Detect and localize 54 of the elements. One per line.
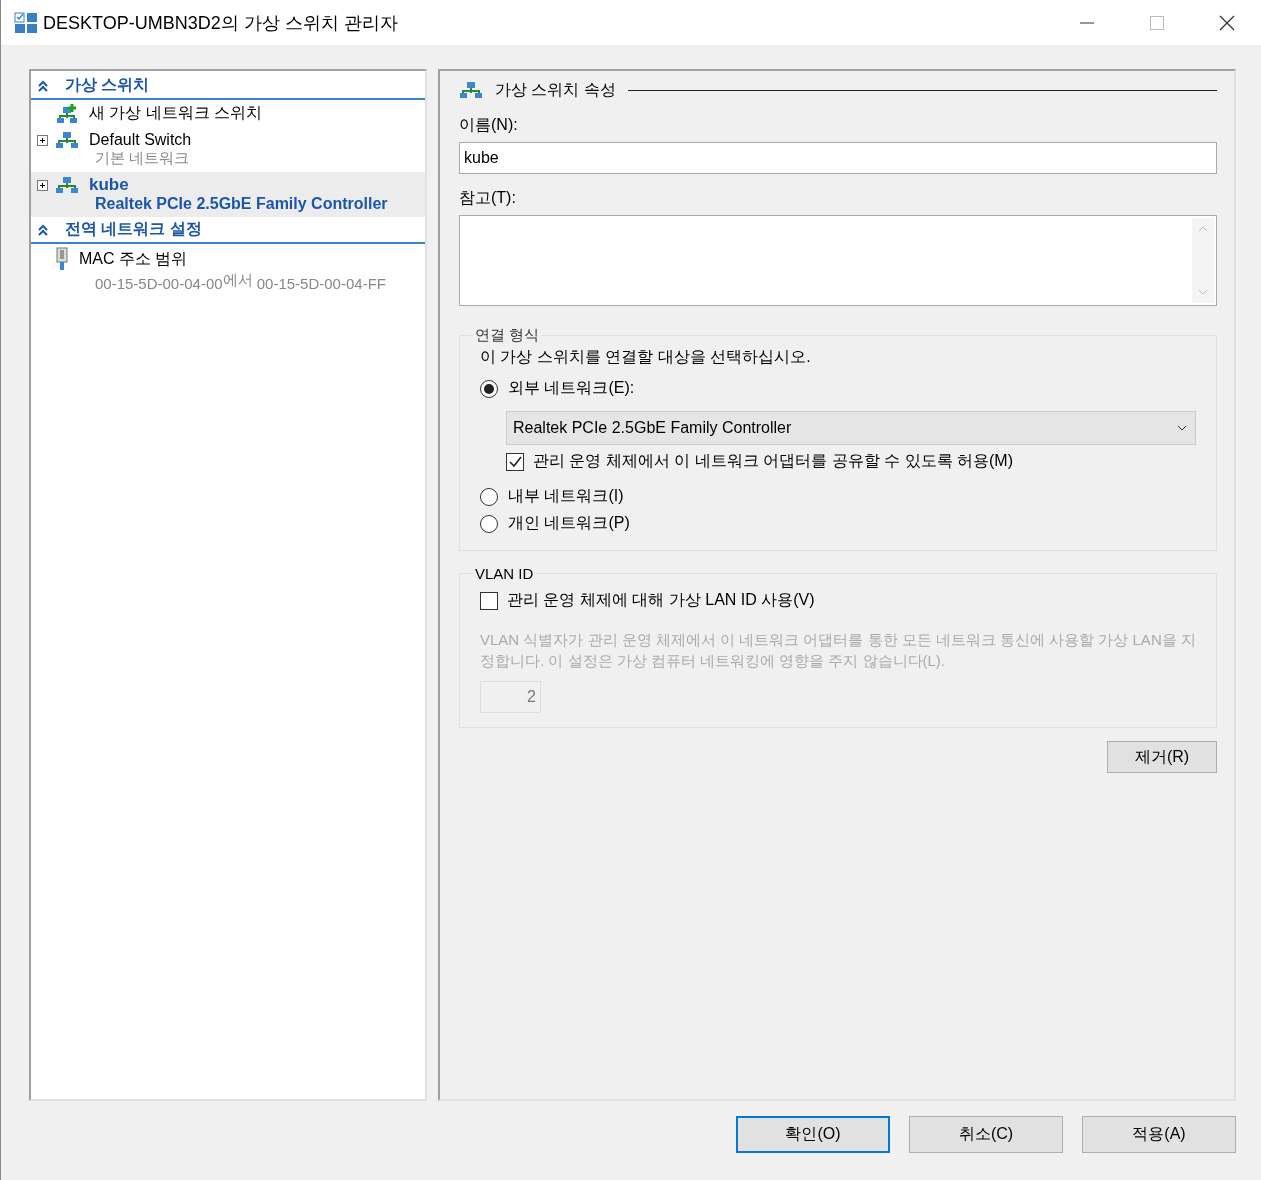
instruction-text: 이 가상 스위치를 연결할 대상을 선택하십시오. (480, 347, 812, 367)
item-label: Default Switch (89, 131, 192, 149)
close-icon[interactable] (1219, 14, 1235, 31)
network-icon (55, 131, 79, 149)
radio-option[interactable]: 내부 네트워크(I) (480, 486, 1196, 507)
vlan-id-field[interactable]: 2 (480, 681, 541, 713)
radio-option[interactable]: 외부 네트워크(E): (480, 378, 1196, 399)
adapter-dropdown[interactable]: Realtek PCIe 2.5GbE Family Controller (506, 411, 1196, 445)
option-label: 개인 네트워크(P) (508, 513, 630, 533)
field-label: 이름(N): (459, 115, 519, 135)
sidebar-item[interactable]: kube Realtek PCIe 2.5GbE Family Controller (31, 172, 425, 217)
checkbox-option[interactable]: 관리 운영 체제에 대해 가상 LAN ID 사용(V) (480, 590, 1196, 611)
radio-option[interactable]: 개인 네트워크(P) (480, 513, 1196, 534)
checkbox[interactable] (480, 591, 498, 610)
dialog-button[interactable]: 확인(O) (736, 1116, 890, 1153)
sidebar-item[interactable]: Default Switch 기본 네트워크 (31, 128, 425, 172)
expand-icon[interactable] (37, 134, 48, 146)
option-label: 외부 네트워크(E): (508, 378, 635, 398)
group-title: VLAN ID (474, 565, 535, 582)
network-add-icon (55, 103, 79, 124)
section-title: 가상 스위치 (65, 75, 150, 95)
remove-button[interactable]: 제거(R) (1107, 741, 1217, 773)
option-label: 관리 운영 체제에 대해 가상 LAN ID 사용(V) (507, 590, 815, 610)
radio-button[interactable] (480, 514, 498, 533)
section-title: 가상 스위치 속성 (495, 79, 616, 100)
item-label: MAC 주소 범위 (79, 248, 188, 269)
app-icon (14, 11, 38, 34)
radio-button[interactable] (480, 379, 498, 398)
field-label: 참고(T): (459, 188, 517, 208)
option-label: 관리 운영 체제에서 이 네트워크 어댑터를 공유할 수 있도록 허용(M) (533, 451, 1013, 471)
section-header[interactable]: 가상 스위치 (31, 73, 425, 100)
name-field[interactable]: kube (459, 142, 1217, 174)
item-label: kube (89, 175, 129, 195)
dialog-button[interactable]: 취소(C) (909, 1116, 1063, 1153)
vlan-description: VLAN 식별자가 관리 운영 체제에서 이 네트워크 어댑터를 통한 모든 네트워크 통신에 사용할 가상 LAN을 지정합니다. 이 설정은 가상 컴퓨터 네트워킹에 영향을 주지 않습니다(L). (480, 630, 1196, 671)
network-plug-icon (55, 247, 69, 271)
caret-icon (1177, 425, 1187, 431)
item-label: 새 가상 네트워크 스위치 (89, 103, 263, 123)
sidebar-item[interactable]: 새 가상 네트워크 스위치 (31, 100, 425, 128)
section-title: 전역 네트워크 설정 (65, 219, 202, 239)
window-title: DESKTOP-UMBN3D2의 가상 스위치 관리자 (43, 11, 398, 35)
radio-button[interactable] (480, 487, 498, 506)
notes-field[interactable] (459, 215, 1217, 306)
expand-icon[interactable] (37, 179, 48, 191)
dialog-button[interactable]: 적용(A) (1082, 1116, 1236, 1153)
checkbox-option[interactable]: 관리 운영 체제에서 이 네트워크 어댑터를 공유할 수 있도록 허용(M) (506, 451, 1196, 472)
section-header[interactable]: 전역 네트워크 설정 (31, 217, 425, 244)
item-description: Realtek PCIe 2.5GbE Family Controller (94, 195, 389, 213)
option-label: 내부 네트워크(I) (508, 486, 624, 506)
network-icon (459, 81, 483, 99)
item-description: 기본 네트워크 (94, 149, 191, 168)
network-icon (55, 176, 79, 194)
group-title: 연결 형식 (474, 326, 541, 345)
checkbox[interactable] (506, 452, 524, 471)
